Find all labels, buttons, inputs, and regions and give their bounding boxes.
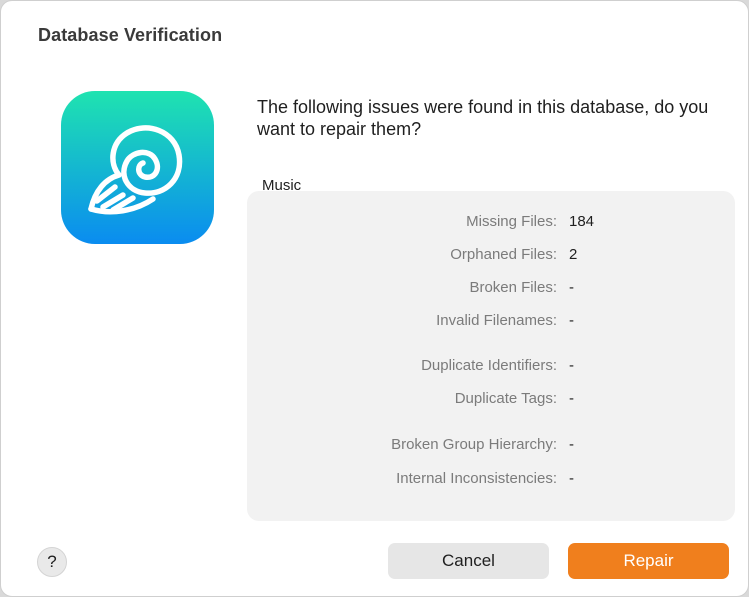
issue-label: Duplicate Identifiers: — [421, 357, 557, 374]
issue-value: 184 — [569, 213, 595, 230]
issue-row-broken-group-hierarchy: Broken Group Hierarchy: - — [247, 436, 735, 456]
issue-label: Broken Files: — [469, 279, 557, 296]
issue-value: 2 — [569, 246, 578, 263]
repair-button[interactable]: Repair — [568, 543, 729, 579]
dialog-title: Database Verification — [38, 25, 223, 45]
issue-value: - — [569, 312, 574, 329]
issues-panel: Missing Files: 184 Orphaned Files: 2 Bro… — [247, 191, 735, 521]
issue-label: Missing Files: — [466, 213, 557, 230]
issue-row-duplicate-tags: Duplicate Tags: - — [247, 390, 735, 410]
issue-row-orphaned-files: Orphaned Files: 2 — [247, 246, 735, 266]
issue-value: - — [569, 470, 574, 487]
issue-row-broken-files: Broken Files: - — [247, 279, 735, 299]
issue-row-invalid-filenames: Invalid Filenames: - — [247, 312, 735, 332]
issue-label: Broken Group Hierarchy: — [391, 436, 557, 453]
issue-value: - — [569, 436, 574, 453]
nautilus-shell-app-icon — [61, 91, 214, 244]
issue-label: Internal Inconsistencies: — [396, 470, 557, 487]
database-verification-dialog: Database Verification The following issu… — [0, 0, 749, 597]
issue-label: Duplicate Tags: — [454, 390, 557, 407]
issue-label: Invalid Filenames: — [436, 312, 557, 329]
issue-value: - — [569, 390, 574, 407]
issue-value: - — [569, 279, 574, 296]
issue-label: Orphaned Files: — [450, 246, 557, 263]
issue-value: - — [569, 357, 574, 374]
help-button[interactable]: ? — [37, 547, 67, 577]
issue-row-internal-inconsistencies: Internal Inconsistencies: - — [247, 470, 735, 490]
issue-row-missing-files: Missing Files: 184 — [247, 213, 735, 233]
cancel-button[interactable]: Cancel — [388, 543, 549, 579]
dialog-message: The following issues were found in this … — [257, 97, 709, 139]
issue-row-duplicate-identifiers: Duplicate Identifiers: - — [247, 357, 735, 377]
